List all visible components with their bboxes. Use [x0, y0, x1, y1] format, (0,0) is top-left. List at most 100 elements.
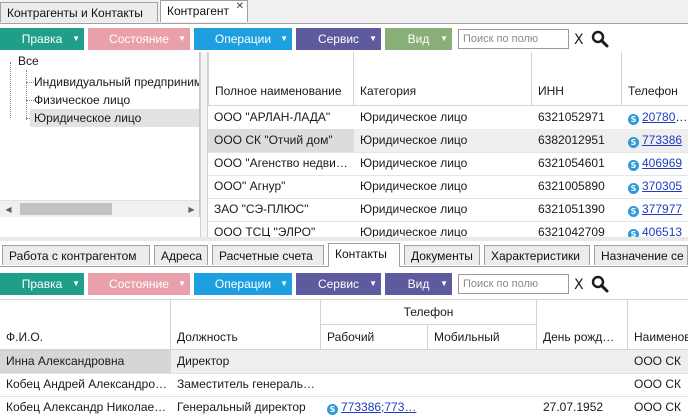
cell-inn: 6321042709	[538, 225, 605, 237]
table-row[interactable]: ООО ТСЦ "ЭЛРО" Юридическое лицо 63210427…	[208, 221, 688, 237]
tab-label: Контрагент	[167, 4, 230, 18]
cell-phone[interactable]: S 773386	[622, 129, 688, 152]
tab-work-with-counterparty[interactable]: Работа с контрагентом	[2, 245, 150, 265]
table-row[interactable]: Кобец Андрей Александрович Заместитель г…	[0, 373, 688, 396]
state-menu-button[interactable]: Состояние ▼	[88, 273, 190, 295]
cell-organization: ООО СК	[634, 377, 681, 391]
column-header-full-name[interactable]: Полное наименование	[208, 52, 354, 106]
tree-item-all[interactable]: Все	[18, 52, 39, 70]
clear-search-button[interactable]: X	[574, 277, 584, 293]
cell-inn: 6321051390	[538, 202, 605, 216]
clear-search-button[interactable]: X	[574, 32, 584, 48]
tab-documents[interactable]: Документы	[404, 245, 480, 265]
service-menu-button[interactable]: Сервис ▼	[296, 28, 381, 50]
category-tree: Все Индивидуальный предприниматель Физич…	[0, 52, 200, 217]
cell-category: Юридическое лицо	[360, 225, 468, 237]
column-header-phone[interactable]: Телефон	[622, 52, 688, 106]
cell-phone[interactable]: S 370305	[622, 175, 688, 198]
cell-work-phone	[321, 373, 428, 396]
tree-scrollbar[interactable]: ◀ ▶	[0, 200, 199, 217]
tab-label: Контрагенты и Контакты	[7, 6, 143, 20]
skype-icon[interactable]: S	[628, 183, 639, 194]
tree-item-individual[interactable]: Физическое лицо	[34, 91, 130, 109]
view-menu-button[interactable]: Вид ▼	[385, 28, 452, 50]
chevron-down-icon: ▼	[440, 279, 448, 288]
table-row[interactable]: ООО "АРЛАН-ЛАДА" Юридическое лицо 632105…	[208, 106, 688, 129]
table-row[interactable]: Кобец Александр Николаевич Генеральный д…	[0, 396, 688, 419]
chevron-down-icon: ▼	[369, 34, 377, 43]
scroll-left-icon[interactable]: ◀	[0, 201, 17, 217]
close-icon[interactable]: ✕	[236, 1, 244, 12]
splitter[interactable]	[200, 52, 208, 237]
column-header-fio[interactable]: Ф.И.О.	[0, 300, 171, 350]
cell-position: Директор	[171, 350, 321, 373]
tree-connector	[10, 62, 11, 118]
cell-phone[interactable]: S 406513	[622, 221, 688, 237]
table-row[interactable]: ООО "Агенство недвижимости" Юридическое …	[208, 152, 688, 175]
search-icon[interactable]	[591, 275, 609, 293]
cell-inn: 6321052971	[538, 110, 605, 124]
tab-counterparties-and-contacts[interactable]: Контрагенты и Контакты	[0, 2, 158, 22]
edit-menu-button[interactable]: Правка ▼	[0, 28, 84, 50]
cell-mobile-phone	[428, 350, 537, 373]
skype-icon[interactable]: S	[628, 229, 639, 237]
column-header-phone-group[interactable]: Телефон	[321, 300, 537, 325]
column-header-inn[interactable]: ИНН	[532, 52, 622, 106]
table-row[interactable]: ООО СК "Отчий дом" Юридическое лицо 6382…	[208, 129, 688, 152]
column-header-work-phone[interactable]: Рабочий	[321, 325, 428, 350]
skype-icon[interactable]: S	[628, 160, 639, 171]
chevron-down-icon: ▼	[178, 279, 186, 288]
top-tabstrip: Контрагенты и Контакты Контрагент ✕	[0, 0, 688, 24]
tab-addresses[interactable]: Адреса	[154, 245, 208, 265]
chevron-down-icon: ▼	[280, 279, 288, 288]
top-toolbar: Правка ▼ Состояние ▼ Операции ▼ Сервис ▼ Вид…	[0, 26, 688, 52]
table-row[interactable]: ЗАО "СЭ-ПЛЮС" Юридическое лицо 632105139…	[208, 198, 688, 221]
skype-icon[interactable]: S	[628, 206, 639, 217]
service-menu-button[interactable]: Сервис ▼	[296, 273, 381, 295]
operations-menu-button[interactable]: Операции ▼	[194, 28, 292, 50]
cell-phone[interactable]: S 377977	[622, 198, 688, 221]
cell-work-phone[interactable]: S 773386;773…	[321, 396, 428, 419]
tree-item-individual-entrepreneur[interactable]: Индивидуальный предприниматель	[34, 73, 199, 91]
scroll-thumb[interactable]	[20, 203, 112, 215]
skype-icon[interactable]: S	[628, 114, 639, 125]
column-header-category[interactable]: Категория	[354, 52, 532, 106]
cell-phone[interactable]: S 406969	[622, 152, 688, 175]
cell-category: Юридическое лицо	[360, 156, 468, 170]
skype-icon[interactable]: S	[628, 137, 639, 148]
cell-full-name: ЗАО "СЭ-ПЛЮС"	[214, 202, 309, 216]
column-header-position[interactable]: Должность	[171, 300, 321, 350]
cell-inn: 6321005890	[538, 179, 605, 193]
search-input[interactable]	[458, 29, 569, 49]
edit-menu-button[interactable]: Правка ▼	[0, 273, 84, 295]
chevron-down-icon: ▼	[72, 34, 80, 43]
cell-full-name: ООО СК "Отчий дом"	[208, 129, 354, 152]
table-row[interactable]: ООО" Агнур" Юридическое лицо 6321005890 …	[208, 175, 688, 198]
cell-birthday	[537, 373, 628, 396]
counterparties-grid: Полное наименование Категория ИНН Телефо…	[208, 52, 688, 237]
cell-full-name: ООО ТСЦ "ЭЛРО"	[214, 225, 316, 237]
tree-item-legal-entity[interactable]: Юридическое лицо	[30, 109, 199, 127]
tab-characteristics[interactable]: Характеристики	[484, 245, 590, 265]
tab-purpose[interactable]: Назначение се	[594, 245, 688, 265]
column-header-mobile-phone[interactable]: Мобильный	[428, 325, 537, 350]
table-row[interactable]: Инна Александровна Директор ООО СК	[0, 350, 688, 373]
cell-organization: ООО СК	[634, 400, 681, 414]
cell-category: Юридическое лицо	[360, 110, 468, 124]
tab-contacts[interactable]: Контакты	[328, 243, 400, 267]
cell-phone[interactable]: S 2078003	[622, 106, 688, 129]
chevron-down-icon: ▼	[369, 279, 377, 288]
cell-full-name: ООО "АРЛАН-ЛАДА"	[214, 110, 331, 124]
search-icon[interactable]	[591, 30, 609, 48]
search-input[interactable]	[458, 274, 569, 294]
tab-counterparty[interactable]: Контрагент ✕	[160, 0, 248, 22]
tab-bank-accounts[interactable]: Расчетные счета	[212, 245, 324, 265]
scroll-right-icon[interactable]: ▶	[183, 201, 199, 217]
skype-icon[interactable]: S	[327, 404, 338, 415]
view-menu-button[interactable]: Вид ▼	[385, 273, 452, 295]
operations-menu-button[interactable]: Операции ▼	[194, 273, 292, 295]
column-header-birthday[interactable]: День рожд…	[537, 300, 628, 350]
column-header-organization[interactable]: Наименов	[628, 300, 688, 350]
cell-category: Юридическое лицо	[354, 129, 532, 152]
state-menu-button[interactable]: Состояние ▼	[88, 28, 190, 50]
